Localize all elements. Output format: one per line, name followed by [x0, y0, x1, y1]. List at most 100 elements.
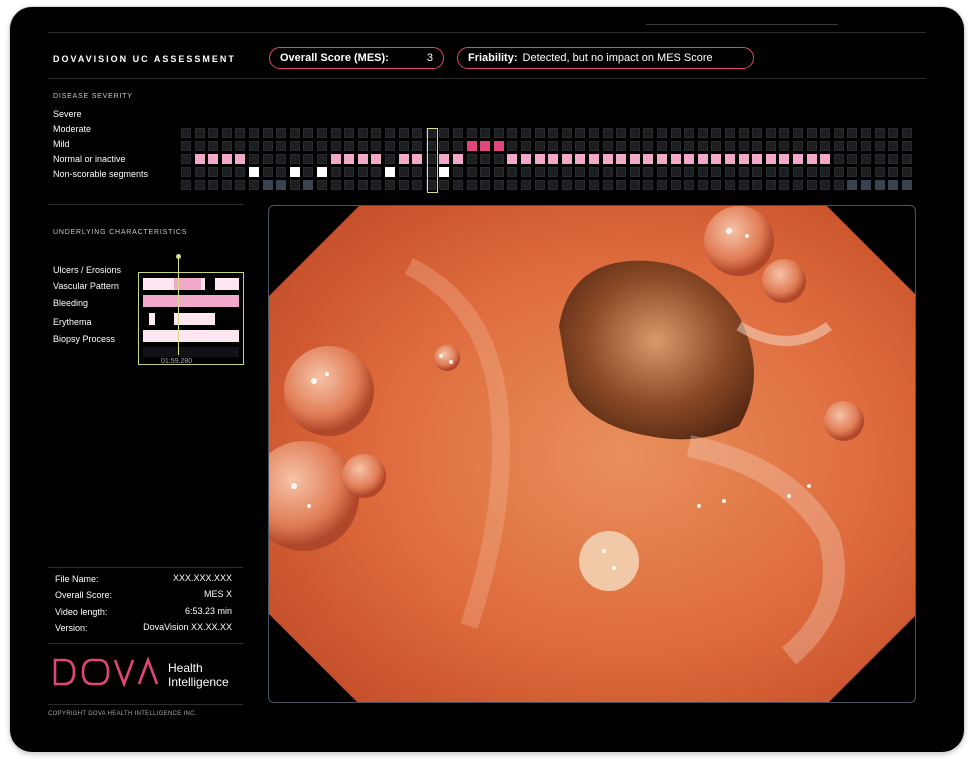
severity-label-mild: Mild: [53, 139, 70, 149]
severity-cell: [779, 180, 790, 190]
severity-cell: [262, 141, 273, 151]
severity-cell: [412, 180, 423, 190]
severity-cell: [670, 128, 681, 138]
severity-cell: [575, 141, 586, 151]
severity-cell: [861, 180, 871, 190]
header-bottom-divider: [48, 78, 926, 79]
severity-cell: [548, 180, 559, 190]
severity-cell: [847, 128, 858, 138]
severity-cell: [861, 167, 871, 177]
severity-cell: [466, 154, 477, 164]
severity-cell: [697, 167, 708, 177]
severity-cell: [833, 141, 844, 151]
severity-cell: [806, 141, 817, 151]
severity-cell: [643, 180, 654, 190]
severity-cell: [670, 141, 681, 151]
severity-cell: [371, 180, 382, 190]
severity-cell: [602, 154, 613, 164]
severity-cell: [847, 154, 858, 164]
severity-cell: [398, 167, 409, 177]
severity-cell: [480, 154, 491, 164]
severity-cell: [221, 180, 232, 190]
severity-cell: [317, 128, 327, 138]
severity-cell: [249, 128, 259, 138]
severity-cell: [561, 154, 572, 164]
severity-cell: [235, 167, 246, 177]
severity-cell: [235, 141, 246, 151]
severity-cell: [439, 180, 450, 190]
timeline-cursor[interactable]: [427, 128, 438, 193]
char-label-vascular: Vascular Pattern: [53, 281, 119, 291]
severity-cell: [480, 167, 491, 177]
severity-cell: [330, 180, 341, 190]
severity-cell: [208, 141, 219, 151]
severity-cell: [194, 154, 205, 164]
severity-cell: [466, 128, 477, 138]
severity-cell: [398, 154, 409, 164]
severity-cell: [793, 154, 803, 164]
severity-cell: [793, 167, 803, 177]
severity-cell: [398, 180, 409, 190]
severity-cell: [344, 180, 355, 190]
severity-cell: [616, 128, 627, 138]
severity-cell: [181, 180, 191, 190]
severity-cell: [589, 154, 599, 164]
severity-cell: [684, 128, 695, 138]
characteristics-timeline[interactable]: [138, 272, 244, 365]
severity-cell: [711, 154, 722, 164]
severity-cell: [303, 167, 314, 177]
severity-cell: [344, 167, 355, 177]
severity-cell: [657, 180, 667, 190]
severity-cell: [357, 180, 368, 190]
severity-cell: [725, 180, 735, 190]
severity-cell: [874, 180, 885, 190]
severity-cell: [752, 141, 763, 151]
char-label-ulcers: Ulcers / Erosions: [53, 265, 122, 275]
severity-cell: [262, 180, 273, 190]
logo-sub-intelligence: Intelligence: [168, 675, 229, 689]
severity-cell: [657, 154, 667, 164]
severity-cell: [289, 180, 300, 190]
severity-cell: [371, 154, 382, 164]
severity-cell: [629, 128, 640, 138]
char-bar-biopsy: [143, 330, 239, 342]
severity-cell: [670, 154, 681, 164]
severity-cell: [806, 167, 817, 177]
friability-value: Detected, but no impact on MES Score: [522, 52, 713, 64]
severity-cell: [480, 128, 491, 138]
severity-cell: [507, 167, 518, 177]
severity-cell: [548, 128, 559, 138]
severity-cell: [643, 128, 654, 138]
severity-label-nonscorable: Non-scorable segments: [53, 169, 149, 179]
severity-cell: [589, 167, 599, 177]
severity-cell: [629, 141, 640, 151]
severity-cell: [901, 167, 912, 177]
timestamp-label: 01:59.280: [161, 358, 193, 365]
severity-cell: [493, 154, 504, 164]
overall-score-label: Overall Score (MES):: [280, 52, 389, 64]
severity-cell: [208, 180, 219, 190]
severity-cell: [221, 167, 232, 177]
severity-cell: [194, 167, 205, 177]
severity-label-moderate: Moderate: [53, 124, 92, 134]
severity-cell: [861, 141, 871, 151]
severity-cell: [589, 128, 599, 138]
severity-cell: [779, 128, 790, 138]
severity-cell: [330, 128, 341, 138]
severity-cell: [793, 141, 803, 151]
severity-cell: [697, 141, 708, 151]
severity-cell: [317, 180, 327, 190]
severity-cell: [507, 154, 518, 164]
left-divider-3: [48, 643, 243, 644]
scrubber-handle[interactable]: [176, 254, 181, 259]
severity-cell: [330, 167, 341, 177]
severity-cell: [289, 167, 300, 177]
severity-cell: [249, 180, 259, 190]
severity-cell: [901, 154, 912, 164]
severity-cell: [738, 141, 749, 151]
severity-cell: [874, 128, 885, 138]
endoscopy-video[interactable]: [268, 205, 916, 703]
overall-score-pill: Overall Score (MES): 3: [269, 47, 444, 69]
severity-cell: [493, 141, 504, 151]
characteristics-scrubber[interactable]: [178, 255, 179, 355]
